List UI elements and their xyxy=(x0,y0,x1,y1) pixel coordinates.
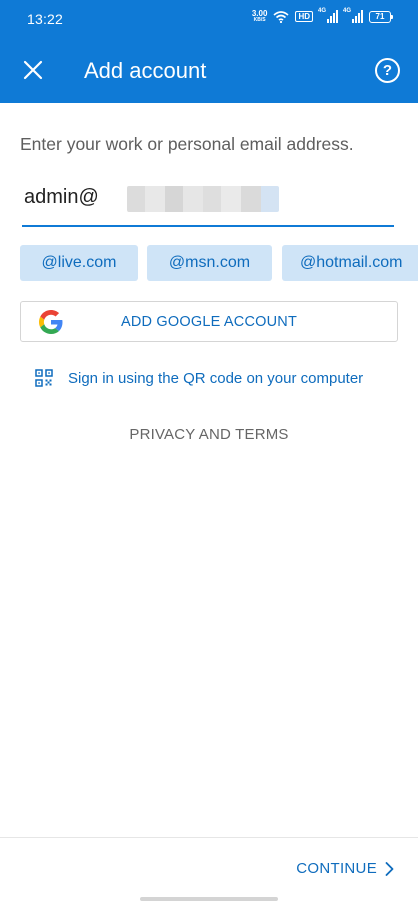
status-bar: 13:22 3.00 KB/S HD 4G 4G 71 xyxy=(0,0,418,38)
qr-code-icon xyxy=(35,369,53,387)
email-field[interactable]: admin@ xyxy=(22,176,394,227)
wifi-icon xyxy=(273,10,289,23)
continue-button[interactable]: CONTINUE xyxy=(296,860,394,877)
chevron-right-icon xyxy=(385,861,394,876)
email-prompt: Enter your work or personal email addres… xyxy=(20,134,354,154)
redacted-text xyxy=(127,186,279,212)
help-icon: ? xyxy=(382,62,393,79)
email-value: admin@ xyxy=(24,186,99,208)
signal-2-label: 4G xyxy=(343,8,352,14)
network-speed-unit: KB/S xyxy=(253,17,266,23)
divider xyxy=(0,837,418,838)
help-button[interactable]: ? xyxy=(375,58,400,83)
hd-badge: HD xyxy=(295,11,313,22)
network-speed-value: 3.00 xyxy=(251,9,268,18)
app-bar: Add account ? xyxy=(0,38,418,103)
page-title: Add account xyxy=(84,58,207,83)
status-time: 13:22 xyxy=(27,11,64,27)
domain-chip-msn[interactable]: @msn.com xyxy=(147,245,272,281)
continue-label: CONTINUE xyxy=(296,860,377,877)
status-icons: 3.00 KB/S HD 4G 4G 71 xyxy=(251,8,393,24)
battery-level: 71 xyxy=(375,11,385,21)
network-speed: 3.00 KB/S xyxy=(251,9,268,24)
qr-signin-link[interactable]: Sign in using the QR code on your comput… xyxy=(35,369,363,387)
add-google-account-button[interactable]: ADD GOOGLE ACCOUNT xyxy=(20,301,398,342)
signal-1-label: 4G xyxy=(318,8,327,14)
domain-chip-live[interactable]: @live.com xyxy=(20,245,138,281)
signal-icon: 4G xyxy=(318,8,338,23)
signal-icon: 4G xyxy=(343,8,363,23)
home-indicator[interactable] xyxy=(140,897,278,901)
battery-icon: 71 xyxy=(369,10,393,23)
close-icon xyxy=(23,60,43,80)
domain-suggestions: @live.com @msn.com @hotmail.com xyxy=(20,245,418,281)
privacy-and-terms-link[interactable]: PRIVACY AND TERMS xyxy=(0,426,418,443)
qr-signin-label: Sign in using the QR code on your comput… xyxy=(68,369,364,387)
domain-chip-hotmail[interactable]: @hotmail.com xyxy=(282,245,418,281)
add-google-account-label: ADD GOOGLE ACCOUNT xyxy=(120,314,297,330)
close-button[interactable] xyxy=(14,51,52,89)
